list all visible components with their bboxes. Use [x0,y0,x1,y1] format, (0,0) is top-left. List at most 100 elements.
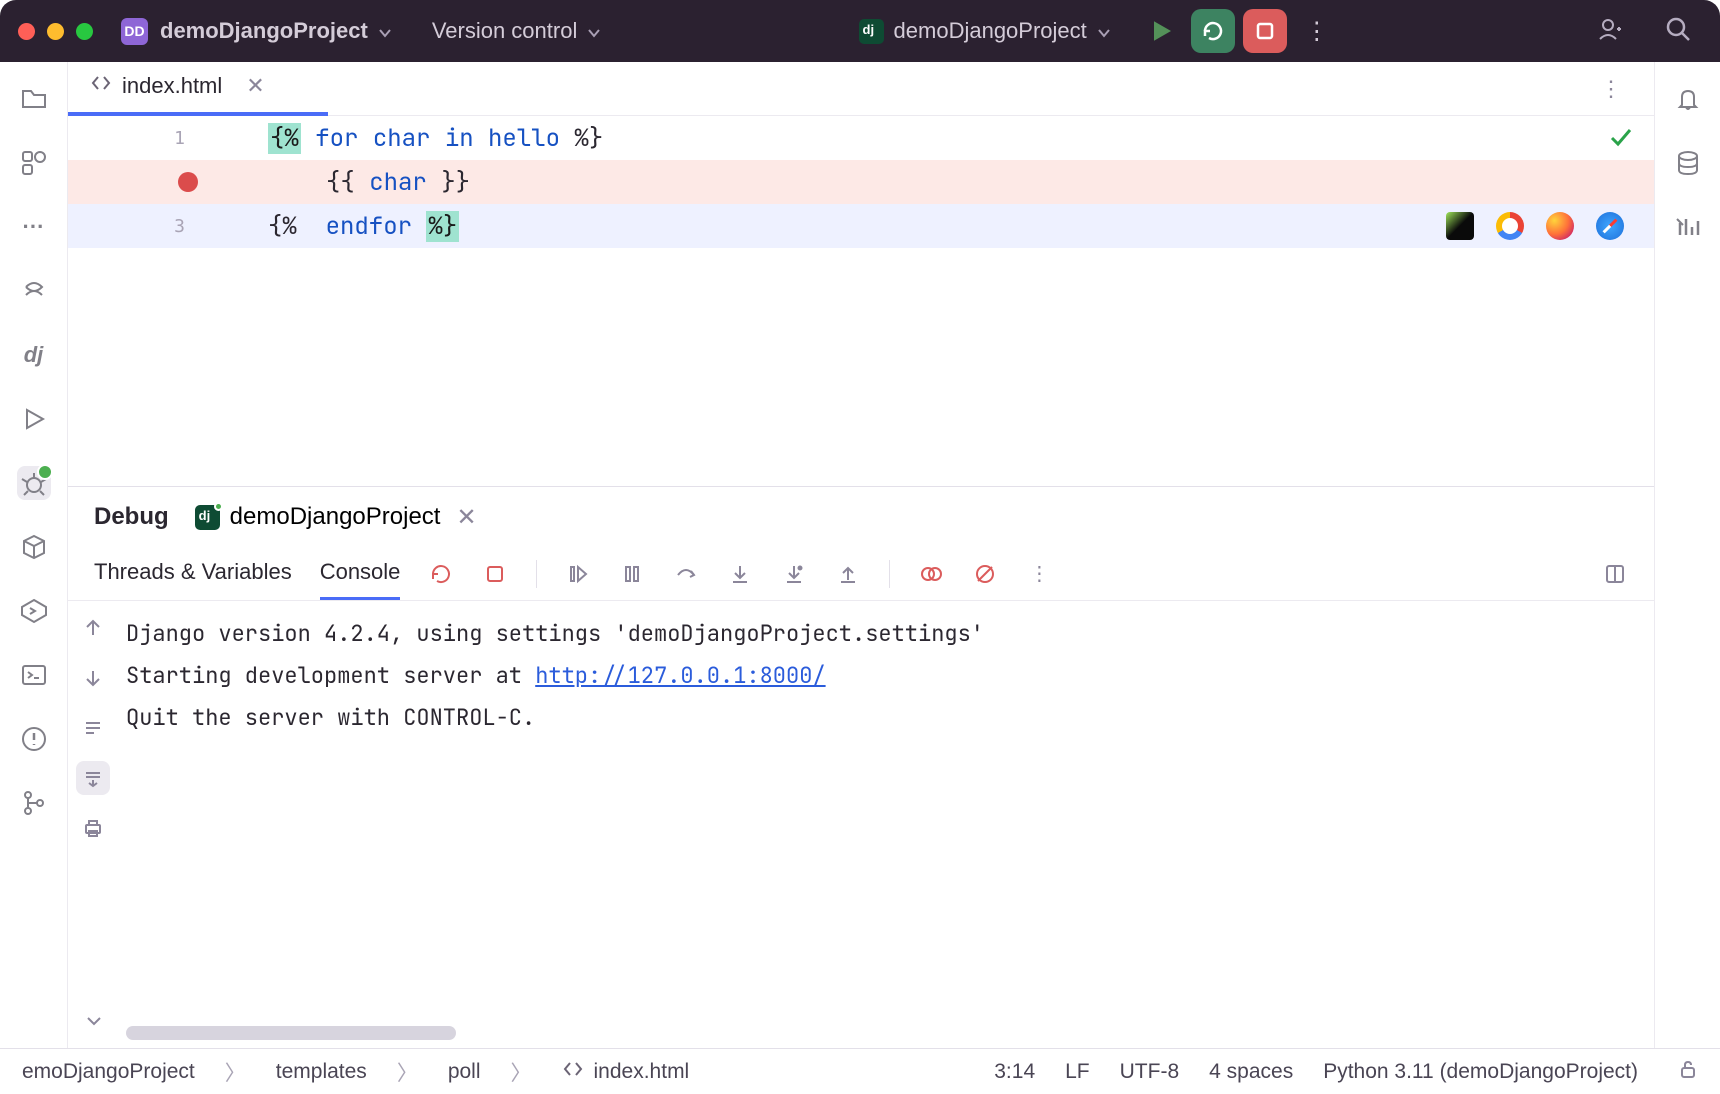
breadcrumb-item[interactable]: emoDjangoProject [22,1060,195,1084]
print-icon[interactable] [76,811,110,845]
notifications-icon[interactable] [1671,82,1705,116]
layout-settings-icon[interactable] [1602,561,1628,587]
more-tools-icon[interactable]: ··· [17,210,51,244]
tab-filename: index.html [122,73,222,99]
mute-breakpoints-icon[interactable] [972,561,998,587]
maximize-window-icon[interactable] [76,23,93,40]
rerun-button[interactable] [1191,9,1235,53]
editor-gutter[interactable]: 1 3 [68,116,258,486]
chrome-icon[interactable] [1496,212,1524,240]
file-encoding[interactable]: UTF-8 [1120,1060,1180,1084]
tab-options-icon[interactable]: ⋮ [1600,76,1624,102]
structure-tool-icon[interactable] [17,146,51,180]
console-expand-icon[interactable] [76,1004,110,1038]
chevron-down-icon [1097,18,1111,44]
python-console-icon[interactable] [17,594,51,628]
server-url-link[interactable]: http://127.0.0.1:8000/ [535,661,825,690]
run-config-dropdown[interactable]: demoDjangoProject [859,18,1111,44]
django-icon [195,505,220,530]
debug-more-icon[interactable]: ⋮ [1026,561,1052,587]
database-icon[interactable] [1671,146,1705,180]
git-tool-icon[interactable] [17,786,51,820]
debug-config-tab[interactable]: demoDjangoProject ✕ [195,503,477,532]
cursor-position[interactable]: 3:14 [994,1060,1035,1084]
stop-debug-icon[interactable] [482,561,508,587]
console-gutter [68,601,118,1048]
console-line: Quit the server with CONTROL-C. [126,697,1646,739]
right-toolbar [1654,62,1720,1048]
debug-tool-icon[interactable] [17,466,51,500]
run-tool-icon[interactable] [17,402,51,436]
breadcrumb-item[interactable]: poll [448,1060,481,1084]
step-into-my-code-icon[interactable] [781,561,807,587]
terminal-tool-icon[interactable] [17,658,51,692]
editor-area: index.html ✕ ⋮ 1 3 {% for char in hello … [68,62,1654,1048]
code-with-me-icon[interactable] [1596,15,1624,48]
firefox-icon[interactable] [1546,212,1574,240]
code-editor[interactable]: 1 3 {% for char in hello %} {{ char }} {… [68,116,1654,486]
left-toolbar: ··· dj [0,62,68,1048]
rerun-debug-icon[interactable] [428,561,454,587]
indent-setting[interactable]: 4 spaces [1209,1060,1293,1084]
step-over-icon[interactable] [673,561,699,587]
django-icon [859,19,884,44]
html-file-icon [90,72,112,100]
python-packages-icon[interactable] [17,274,51,308]
debug-toolbar: Threads & Variables Console ⋮ [68,547,1654,601]
debug-config-name: demoDjangoProject [230,503,441,531]
run-config-label: demoDjangoProject [894,18,1087,44]
problems-tool-icon[interactable] [17,722,51,756]
breadcrumb-separator: 〉 [511,1057,532,1087]
separator [889,560,890,588]
close-debug-tab-icon[interactable]: ✕ [456,503,476,532]
readonly-lock-icon[interactable] [1678,1059,1698,1085]
vcs-label: Version control [432,18,578,44]
browser-preview-icons [1446,204,1624,248]
view-breakpoints-icon[interactable] [918,561,944,587]
project-name-label: demoDjangoProject [160,18,368,44]
file-tab[interactable]: index.html ✕ [90,72,265,106]
console-line: Starting development server at http://12… [126,655,1646,697]
console-line: Django version 4.2.4, using settings 'de… [126,613,1646,655]
step-into-icon[interactable] [727,561,753,587]
soft-wrap-icon[interactable] [76,711,110,745]
window-controls [18,23,93,40]
run-button[interactable] [1139,9,1183,53]
scroll-up-icon[interactable] [76,611,110,645]
horizontal-scrollbar[interactable] [126,1026,456,1040]
console-body: Django version 4.2.4, using settings 'de… [68,601,1654,1048]
run-buttons: ⋮ [1139,9,1339,53]
vcs-dropdown[interactable]: Version control [432,18,602,44]
resume-icon[interactable] [565,561,591,587]
stop-button[interactable] [1243,9,1287,53]
pause-icon[interactable] [619,561,645,587]
inspection-ok-icon[interactable] [1608,124,1634,155]
project-tool-icon[interactable] [17,82,51,116]
debug-panel-title: Debug [94,503,169,531]
search-icon[interactable] [1664,15,1692,48]
line-ending[interactable]: LF [1065,1060,1090,1084]
scroll-down-icon[interactable] [76,661,110,695]
breadcrumb-item[interactable]: index.html [594,1060,690,1084]
python-interpreter[interactable]: Python 3.11 (demoDjangoProject) [1323,1060,1638,1084]
scroll-to-end-icon[interactable] [76,761,110,795]
safari-icon[interactable] [1596,212,1624,240]
step-out-icon[interactable] [835,561,861,587]
close-tab-icon[interactable]: ✕ [246,73,264,99]
minimize-window-icon[interactable] [47,23,64,40]
console-output[interactable]: Django version 4.2.4, using settings 'de… [118,601,1654,1048]
console-tab[interactable]: Console [320,559,401,600]
threads-tab[interactable]: Threads & Variables [94,559,292,589]
html-file-icon [562,1058,584,1086]
breadcrumb-item[interactable]: templates [276,1060,367,1084]
services-tool-icon[interactable] [17,530,51,564]
breakpoint-icon[interactable] [178,172,198,192]
close-window-icon[interactable] [18,23,35,40]
pycharm-preview-icon[interactable] [1446,212,1474,240]
django-tool-icon[interactable]: dj [17,338,51,372]
editor-tabs: index.html ✕ ⋮ [68,62,1654,116]
project-dropdown[interactable]: demoDjangoProject [160,18,392,44]
more-actions-button[interactable]: ⋮ [1295,9,1339,53]
endpoints-icon[interactable] [1671,210,1705,244]
debug-panel-header: Debug demoDjangoProject ✕ [68,487,1654,547]
